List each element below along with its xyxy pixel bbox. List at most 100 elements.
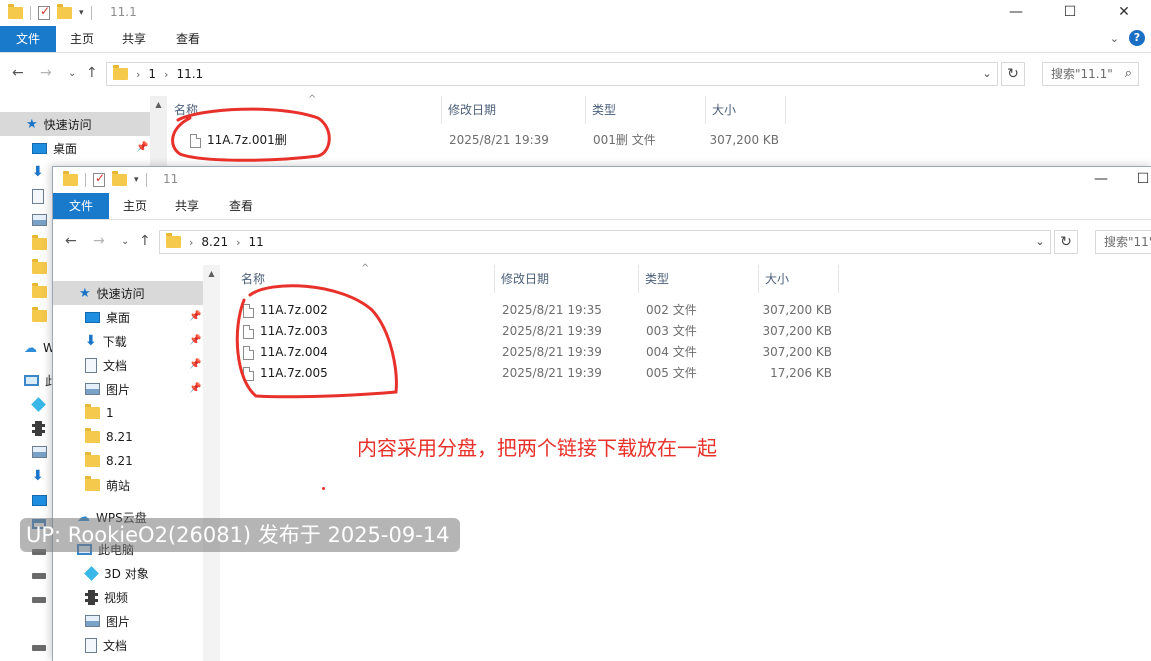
pin-icon[interactable]: 📌 bbox=[189, 311, 201, 322]
column-size[interactable]: 大小 bbox=[759, 265, 839, 293]
tab-home[interactable]: 主页 bbox=[60, 26, 104, 52]
expand-ribbon-icon[interactable]: ⌄ bbox=[1110, 32, 1119, 45]
nav-item-3d-objects[interactable]: 3D 对象 bbox=[84, 561, 149, 585]
column-date[interactable]: 修改日期 bbox=[495, 265, 639, 293]
breadcrumb-item[interactable]: 11 bbox=[249, 235, 264, 249]
nav-item-quick-access[interactable]: ★ 快速访问 bbox=[0, 112, 150, 136]
nav-item-documents[interactable] bbox=[32, 184, 44, 208]
up-arrow-icon[interactable]: ↑ bbox=[86, 65, 98, 81]
up-arrow-icon[interactable]: ↑ bbox=[139, 233, 151, 249]
file-row[interactable]: 11A.7z.003 2025/8/21 19:39 003 文件 307,20… bbox=[221, 321, 1151, 342]
nav-item-folder[interactable]: 8.21 bbox=[85, 449, 133, 473]
address-dropdown-icon[interactable]: ⌄ bbox=[977, 63, 997, 85]
refresh-button[interactable]: ↻ bbox=[1001, 62, 1025, 86]
nav-item-videos[interactable]: 视频 bbox=[85, 585, 128, 609]
customize-toolbar-icon[interactable]: ▾ bbox=[134, 175, 139, 185]
nav-item-folder[interactable]: 8.21 bbox=[85, 425, 133, 449]
back-arrow-icon[interactable]: ← bbox=[65, 233, 77, 249]
customize-toolbar-icon[interactable]: ▾ bbox=[79, 8, 84, 18]
maximize-button[interactable]: ☐ bbox=[1128, 167, 1151, 193]
nav-item-downloads[interactable]: ⬇ bbox=[32, 464, 44, 488]
column-date[interactable]: 修改日期 bbox=[442, 96, 586, 124]
address-dropdown-icon[interactable]: ⌄ bbox=[1030, 231, 1050, 253]
breadcrumb-item[interactable]: 8.21 bbox=[201, 235, 228, 249]
nav-scrollbar[interactable]: ▲ bbox=[203, 265, 220, 661]
nav-item-videos[interactable] bbox=[32, 416, 45, 440]
nav-item-downloads[interactable]: ⬇ bbox=[32, 160, 44, 184]
refresh-button[interactable]: ↻ bbox=[1054, 230, 1078, 254]
pin-icon[interactable]: 📌 bbox=[189, 383, 201, 394]
nav-item-documents[interactable]: 文档 📌 bbox=[53, 353, 203, 377]
tab-file[interactable]: 文件 bbox=[0, 26, 56, 52]
nav-item-drive[interactable] bbox=[32, 588, 46, 612]
search-input[interactable]: 搜索"11" bbox=[1095, 230, 1151, 254]
nav-item-folder[interactable] bbox=[32, 280, 47, 304]
address-bar[interactable]: › 8.21 › 11 ⌄ bbox=[159, 230, 1051, 254]
properties-icon[interactable] bbox=[38, 4, 50, 20]
nav-item-folder[interactable] bbox=[32, 256, 47, 280]
new-folder-icon[interactable] bbox=[112, 171, 127, 186]
file-name-cell: 11A.7z.005 bbox=[243, 363, 328, 384]
properties-icon[interactable] bbox=[93, 171, 105, 187]
nav-item-pictures[interactable]: 图片 📌 bbox=[53, 377, 203, 401]
nav-item-documents[interactable]: 文档 bbox=[85, 633, 127, 657]
breadcrumb-item[interactable]: 1 bbox=[148, 67, 156, 81]
nav-item-downloads[interactable]: ⬇ 下载 📌 bbox=[53, 329, 203, 353]
nav-item-wps-cloud[interactable]: ☁ W bbox=[24, 336, 55, 360]
nav-item-pictures[interactable] bbox=[32, 208, 47, 232]
nav-scrollbar[interactable]: ▲ bbox=[150, 96, 167, 166]
pin-icon[interactable]: 📌 bbox=[189, 359, 201, 370]
file-row[interactable]: 11A.7z.002 2025/8/21 19:35 002 文件 307,20… bbox=[221, 300, 1151, 321]
back-arrow-icon[interactable]: ← bbox=[12, 65, 24, 81]
nav-item-drive[interactable] bbox=[32, 636, 46, 660]
file-date-cell: 2025/8/21 19:39 bbox=[449, 133, 549, 147]
nav-item-folder[interactable]: 1 bbox=[85, 401, 114, 425]
recent-locations-icon[interactable]: ⌄ bbox=[68, 68, 76, 79]
nav-item-folder[interactable]: 萌站 bbox=[85, 473, 130, 497]
tab-share[interactable]: 共享 bbox=[165, 193, 209, 219]
column-name[interactable]: 名称 bbox=[168, 96, 442, 124]
nav-item-folder[interactable] bbox=[32, 304, 47, 328]
nav-item-pictures[interactable] bbox=[32, 440, 47, 464]
toolbar-separator bbox=[90, 6, 92, 20]
minimize-button[interactable]: — bbox=[1074, 167, 1128, 193]
column-name[interactable]: 名称 bbox=[235, 265, 495, 293]
nav-item-desktop[interactable]: 桌面 📌 bbox=[0, 136, 150, 160]
nav-item-desktop[interactable] bbox=[32, 488, 47, 512]
tab-view[interactable]: 查看 bbox=[166, 26, 210, 52]
forward-arrow-icon[interactable]: → bbox=[93, 233, 105, 249]
column-type[interactable]: 类型 bbox=[586, 96, 706, 124]
file-row[interactable]: 11A.7z.001删 2025/8/21 19:39 001删 文件 307,… bbox=[168, 130, 1151, 151]
recent-locations-icon[interactable]: ⌄ bbox=[121, 236, 129, 247]
title-bar: ▾ 11 — ☐ bbox=[53, 167, 1151, 193]
forward-arrow-icon[interactable]: → bbox=[40, 65, 52, 81]
column-type[interactable]: 类型 bbox=[639, 265, 759, 293]
nav-item-folder[interactable] bbox=[32, 232, 47, 256]
nav-item-drive[interactable] bbox=[32, 564, 46, 588]
nav-item-quick-access[interactable]: ★ 快速访问 bbox=[53, 281, 203, 305]
column-size[interactable]: 大小 bbox=[706, 96, 786, 124]
search-input[interactable]: 搜索"11.1" ⌕ bbox=[1042, 62, 1139, 86]
tab-file[interactable]: 文件 bbox=[53, 193, 109, 219]
close-button[interactable]: ✕ bbox=[1097, 0, 1151, 26]
maximize-button[interactable]: ☐ bbox=[1043, 0, 1097, 26]
new-folder-icon[interactable] bbox=[57, 4, 72, 19]
tab-view[interactable]: 查看 bbox=[219, 193, 263, 219]
nav-item-desktop[interactable]: 桌面 📌 bbox=[53, 305, 203, 329]
file-row[interactable]: 11A.7z.005 2025/8/21 19:39 005 文件 17,206… bbox=[221, 363, 1151, 384]
minimize-button[interactable]: — bbox=[989, 0, 1043, 26]
pin-icon[interactable]: 📌 bbox=[136, 142, 148, 153]
address-bar[interactable]: › 1 › 11.1 ⌄ bbox=[106, 62, 998, 86]
scroll-up-icon[interactable]: ▲ bbox=[150, 96, 167, 113]
nav-item-3d-objects[interactable] bbox=[31, 392, 46, 416]
breadcrumb-item[interactable]: 11.1 bbox=[176, 67, 203, 81]
search-icon[interactable]: ⌕ bbox=[1125, 63, 1132, 85]
search-placeholder: 搜索"11" bbox=[1104, 235, 1151, 249]
file-row[interactable]: 11A.7z.004 2025/8/21 19:39 004 文件 307,20… bbox=[221, 342, 1151, 363]
tab-home[interactable]: 主页 bbox=[113, 193, 157, 219]
help-icon[interactable]: ? bbox=[1129, 30, 1145, 46]
pin-icon[interactable]: 📌 bbox=[189, 335, 201, 346]
nav-item-pictures[interactable]: 图片 bbox=[85, 609, 130, 633]
tab-share[interactable]: 共享 bbox=[112, 26, 156, 52]
scroll-up-icon[interactable]: ▲ bbox=[203, 265, 220, 282]
